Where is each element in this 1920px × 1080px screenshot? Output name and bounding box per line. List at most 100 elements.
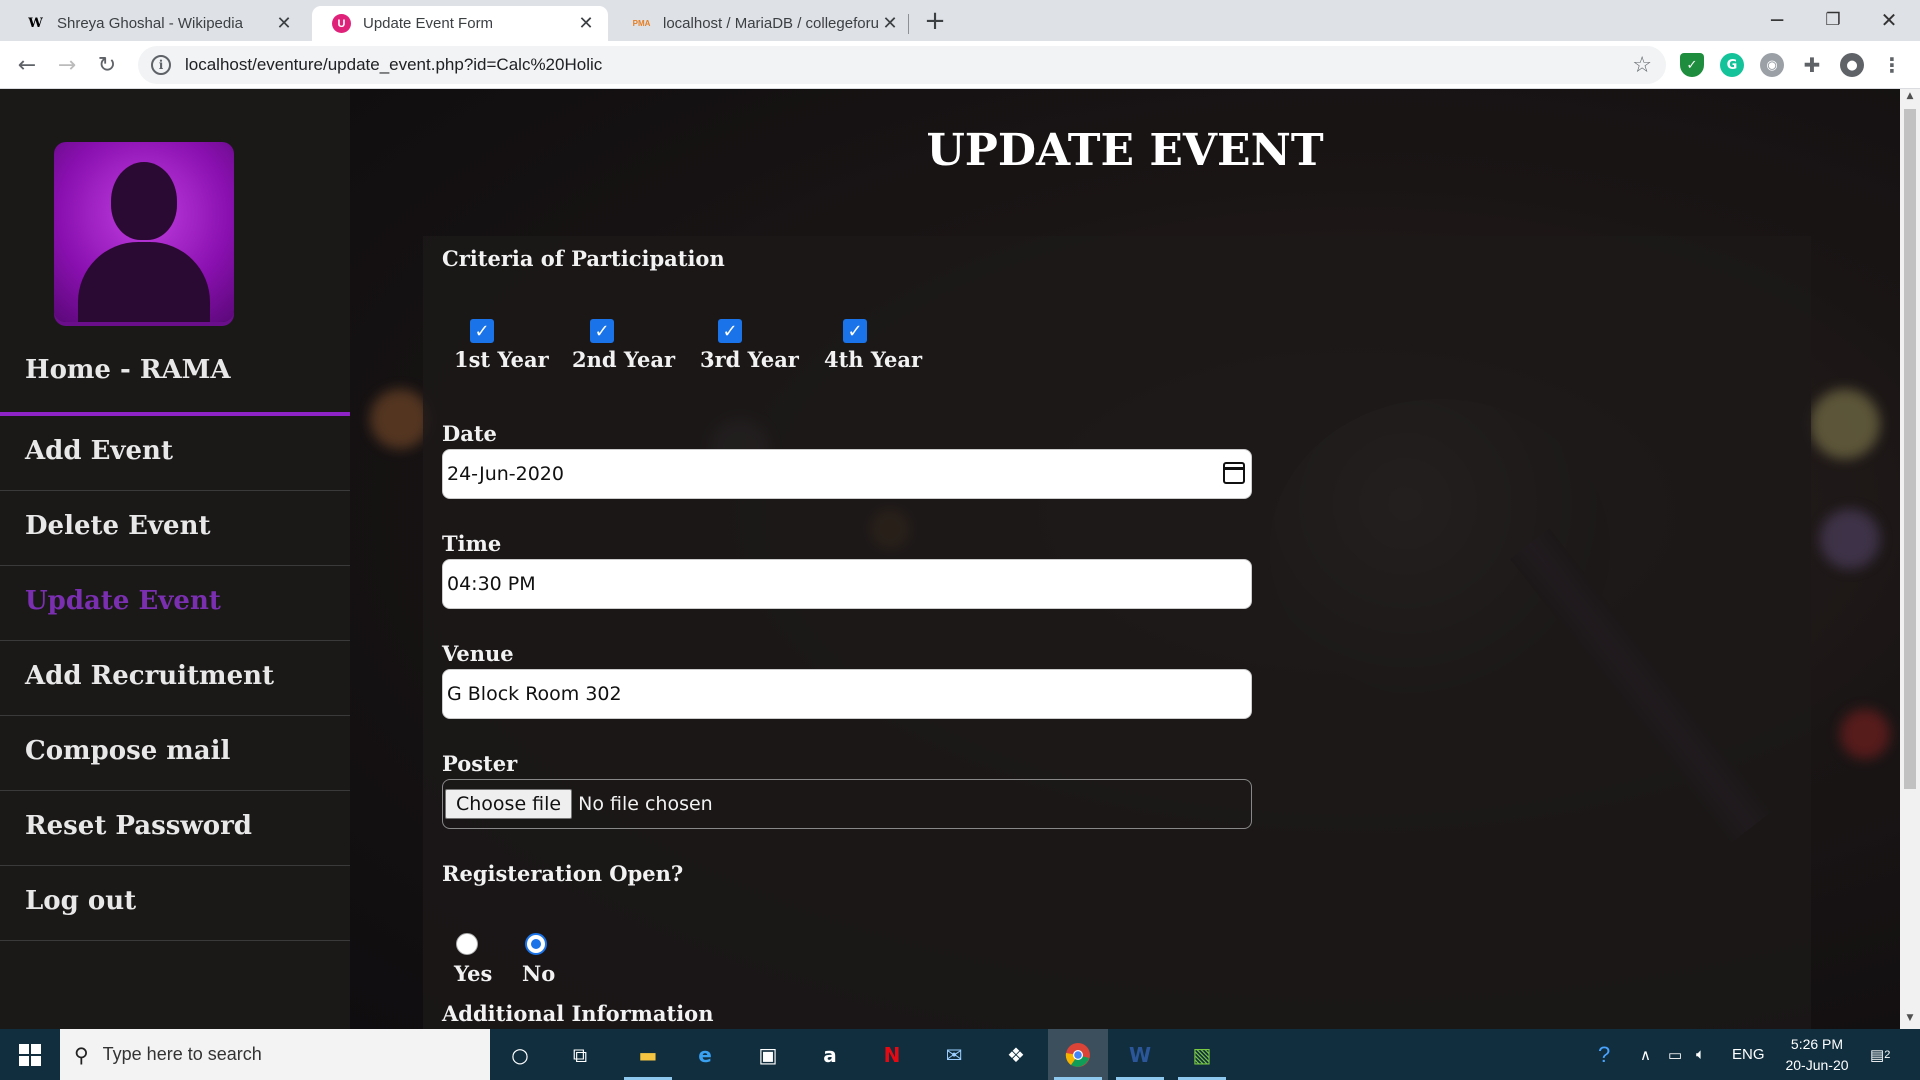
poster-label: Poster — [442, 751, 518, 776]
mail-icon[interactable]: ✉ — [924, 1029, 984, 1080]
tab-update-event-form[interactable]: U Update Event Form ✕ — [312, 6, 608, 41]
site-info-icon[interactable]: i — [151, 55, 171, 75]
background-bokeh — [1840, 709, 1890, 759]
tab-separator — [908, 14, 909, 34]
sidebar-item-label: Add Recruitment — [25, 661, 275, 691]
notifications-icon[interactable]: ▤ 2 — [1870, 1029, 1890, 1080]
tab-title: Shreya Ghoshal - Wikipedia — [57, 15, 243, 32]
sidebar-home-link[interactable]: Home - RAMA — [25, 355, 231, 385]
profile-avatar-icon[interactable]: ● — [1840, 53, 1864, 77]
volume-icon[interactable]: 🔈︎ — [1696, 1029, 1705, 1080]
radio-label: Yes — [454, 961, 493, 986]
grammarly-extension-icon[interactable]: G — [1720, 53, 1744, 77]
checkbox-3rd-year[interactable]: ✓ — [718, 319, 742, 343]
store-icon[interactable]: ▣ — [738, 1029, 798, 1080]
web-page: Home - RAMA Add Event Delete Event Updat… — [0, 89, 1900, 1029]
forward-button[interactable]: → — [51, 49, 83, 81]
close-window-button[interactable]: ✕ — [1861, 0, 1917, 40]
checkbox-2nd-year[interactable]: ✓ — [590, 319, 614, 343]
date-label: Date — [442, 421, 497, 446]
wikipedia-icon: W — [28, 16, 43, 31]
calendar-icon[interactable] — [1223, 462, 1245, 484]
time-input[interactable]: 04:30 PM — [442, 559, 1252, 609]
checkbox-label: 2nd Year — [572, 347, 676, 372]
puzzle-extensions-icon[interactable]: ✚ — [1800, 53, 1824, 77]
clock-date: 20-Jun-20 — [1785, 1057, 1849, 1073]
checkbox-4th-year[interactable]: ✓ — [843, 319, 867, 343]
avatar-head-silhouette — [111, 162, 177, 240]
url-text[interactable]: localhost/eventure/update_event.php?id=C… — [185, 55, 602, 75]
extension-icon[interactable]: ◉ — [1760, 53, 1784, 77]
additional-info-label: Additional Information — [442, 1001, 714, 1026]
edge-icon[interactable]: e — [675, 1029, 735, 1080]
poster-file-input[interactable]: Choose file No file chosen — [442, 779, 1252, 829]
sidebar-item-reset-password[interactable]: Reset Password — [0, 791, 350, 866]
tray-overflow-icon[interactable]: ∧ — [1640, 1029, 1651, 1080]
checkbox-1st-year[interactable]: ✓ — [470, 319, 494, 343]
new-tab-button[interactable]: + — [920, 6, 950, 36]
browser-tab-strip: W Shreya Ghoshal - Wikipedia ✕ U Update … — [0, 0, 1920, 41]
reload-button[interactable]: ↻ — [91, 49, 123, 81]
minimize-button[interactable]: ─ — [1749, 0, 1805, 40]
sidebar-item-label: Compose mail — [25, 736, 231, 766]
shield-extension-icon[interactable]: ✓ — [1680, 53, 1704, 77]
close-tab-icon[interactable]: ✕ — [274, 13, 294, 34]
radio-no[interactable] — [525, 933, 547, 955]
registration-label: Registeration Open? — [442, 861, 684, 886]
address-bar[interactable]: i localhost/eventure/update_event.php?id… — [138, 46, 1666, 84]
sidebar: Home - RAMA Add Event Delete Event Updat… — [0, 89, 350, 1029]
phpmyadmin-icon: PMA — [632, 19, 651, 28]
sidebar-item-add-recruitment[interactable]: Add Recruitment — [0, 641, 350, 716]
date-value: 24-Jun-2020 — [447, 463, 564, 485]
word-icon[interactable]: W — [1110, 1029, 1170, 1080]
choose-file-button[interactable]: Choose file — [445, 789, 573, 819]
help-icon[interactable]: ? — [1598, 1029, 1610, 1080]
venue-label: Venue — [442, 641, 514, 666]
notification-count: 2 — [1884, 1048, 1891, 1061]
radio-yes[interactable] — [456, 933, 478, 955]
scroll-up-arrow-icon[interactable]: ▲ — [1904, 91, 1916, 105]
avatar-body-silhouette — [78, 242, 210, 322]
file-status: No file chosen — [578, 793, 713, 815]
cortana-icon[interactable]: ○ — [490, 1029, 550, 1080]
page-scrollbar[interactable]: ▲ ▼ — [1900, 89, 1920, 1029]
scrollbar-thumb[interactable] — [1904, 109, 1916, 789]
language-indicator[interactable]: ENG — [1732, 1029, 1765, 1080]
netflix-icon[interactable]: N — [862, 1029, 922, 1080]
battery-icon[interactable]: ▭ — [1668, 1029, 1682, 1080]
restore-button[interactable]: ❐ — [1805, 0, 1861, 40]
sidebar-item-update-event[interactable]: Update Event — [0, 566, 350, 641]
sidebar-item-compose-mail[interactable]: Compose mail — [0, 716, 350, 791]
sidebar-item-log-out[interactable]: Log out — [0, 866, 350, 941]
search-icon: ⚲ — [74, 1042, 89, 1067]
sidebar-item-delete-event[interactable]: Delete Event — [0, 491, 350, 566]
clock-time: 5:26 PM — [1790, 1036, 1844, 1052]
close-tab-icon[interactable]: ✕ — [880, 13, 900, 34]
tab-wikipedia[interactable]: W Shreya Ghoshal - Wikipedia ✕ — [6, 6, 306, 41]
file-explorer-icon[interactable]: ▬ — [618, 1029, 678, 1080]
venue-input[interactable]: G Block Room 302 — [442, 669, 1252, 719]
scroll-down-arrow-icon[interactable]: ▼ — [1904, 1013, 1916, 1027]
dropbox-icon[interactable]: ❖ — [986, 1029, 1046, 1080]
clock[interactable]: 5:26 PM 20-Jun-20 — [1772, 1034, 1862, 1076]
background-bokeh — [370, 389, 430, 449]
sidebar-item-add-event[interactable]: Add Event — [0, 416, 350, 491]
amazon-icon[interactable]: a — [800, 1029, 860, 1080]
back-button[interactable]: ← — [11, 49, 43, 81]
sidebar-item-label: Log out — [25, 886, 137, 916]
radio-label: No — [522, 961, 556, 986]
task-view-icon[interactable]: ⧉ — [550, 1029, 610, 1080]
windows-logo-icon — [19, 1043, 41, 1066]
avatar — [54, 142, 234, 322]
page-title: UPDATE EVENT — [926, 125, 1324, 176]
tab-phpmyadmin[interactable]: PMA localhost / MariaDB / collegeforu ✕ — [612, 6, 912, 41]
bookmark-star-icon[interactable]: ☆ — [1632, 53, 1652, 78]
close-tab-icon[interactable]: ✕ — [576, 13, 596, 34]
date-input[interactable]: 24-Jun-2020 — [442, 449, 1252, 499]
time-value: 04:30 PM — [447, 573, 536, 595]
taskbar-search[interactable]: ⚲ Type here to search — [60, 1029, 490, 1080]
image-app-icon[interactable]: ▧ — [1172, 1029, 1232, 1080]
menu-kebab-icon[interactable]: ⋮ — [1880, 53, 1904, 77]
chrome-icon[interactable] — [1048, 1029, 1108, 1080]
start-button[interactable] — [0, 1029, 60, 1080]
